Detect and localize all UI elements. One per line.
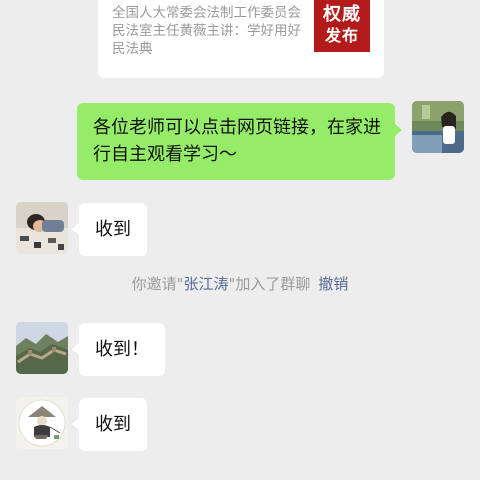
link-card-description: 全国人大常委会法制工作委员会民法室主任黄薇主讲：学好用好民法典 bbox=[112, 5, 301, 57]
incoming-message-text-2: 收到！ bbox=[95, 339, 149, 360]
incoming-message-text-1: 收到 bbox=[95, 219, 131, 240]
revoke-invite-link[interactable]: 撤销 bbox=[318, 275, 348, 293]
invited-member-name[interactable]: 张江涛 bbox=[183, 275, 228, 293]
photo-avatar-girl-icon bbox=[412, 101, 464, 153]
link-card-thumbnail: 权威 发布 bbox=[314, 0, 370, 52]
my-avatar[interactable] bbox=[412, 101, 464, 153]
thumbnail-line-2: 发布 bbox=[324, 26, 359, 45]
incoming-message-bubble-1[interactable]: 收到 bbox=[72, 203, 147, 256]
photo-avatar-child-icon bbox=[16, 202, 68, 254]
outgoing-message-text: 各位老师可以点击网页链接，在家进行自主观看学习～ bbox=[93, 117, 381, 165]
user-avatar-2[interactable] bbox=[16, 322, 68, 374]
photo-avatar-great-wall-icon bbox=[16, 322, 68, 374]
link-card-message[interactable]: 全国人大常委会法制工作委员会民法室主任黄薇主讲：学好用好民法典 权威 发布 bbox=[98, 0, 384, 78]
outgoing-message-bubble[interactable]: 各位老师可以点击网页链接，在家进行自主观看学习～ bbox=[77, 103, 402, 180]
system-notice-suffix: "加入了群聊 bbox=[228, 275, 311, 293]
user-avatar-3[interactable] bbox=[16, 397, 68, 449]
incoming-message-bubble-2[interactable]: 收到！ bbox=[72, 323, 165, 376]
illustration-avatar-fisherman-icon bbox=[16, 397, 68, 449]
thumbnail-line-1: 权威 bbox=[323, 4, 361, 25]
incoming-message-bubble-3[interactable]: 收到 bbox=[72, 398, 147, 451]
system-notice-prefix: 你邀请" bbox=[131, 275, 184, 293]
user-avatar-1[interactable] bbox=[16, 202, 68, 254]
incoming-message-text-3: 收到 bbox=[95, 414, 131, 435]
system-notice: 你邀请"张江涛"加入了群聊 撤销 bbox=[0, 272, 480, 296]
